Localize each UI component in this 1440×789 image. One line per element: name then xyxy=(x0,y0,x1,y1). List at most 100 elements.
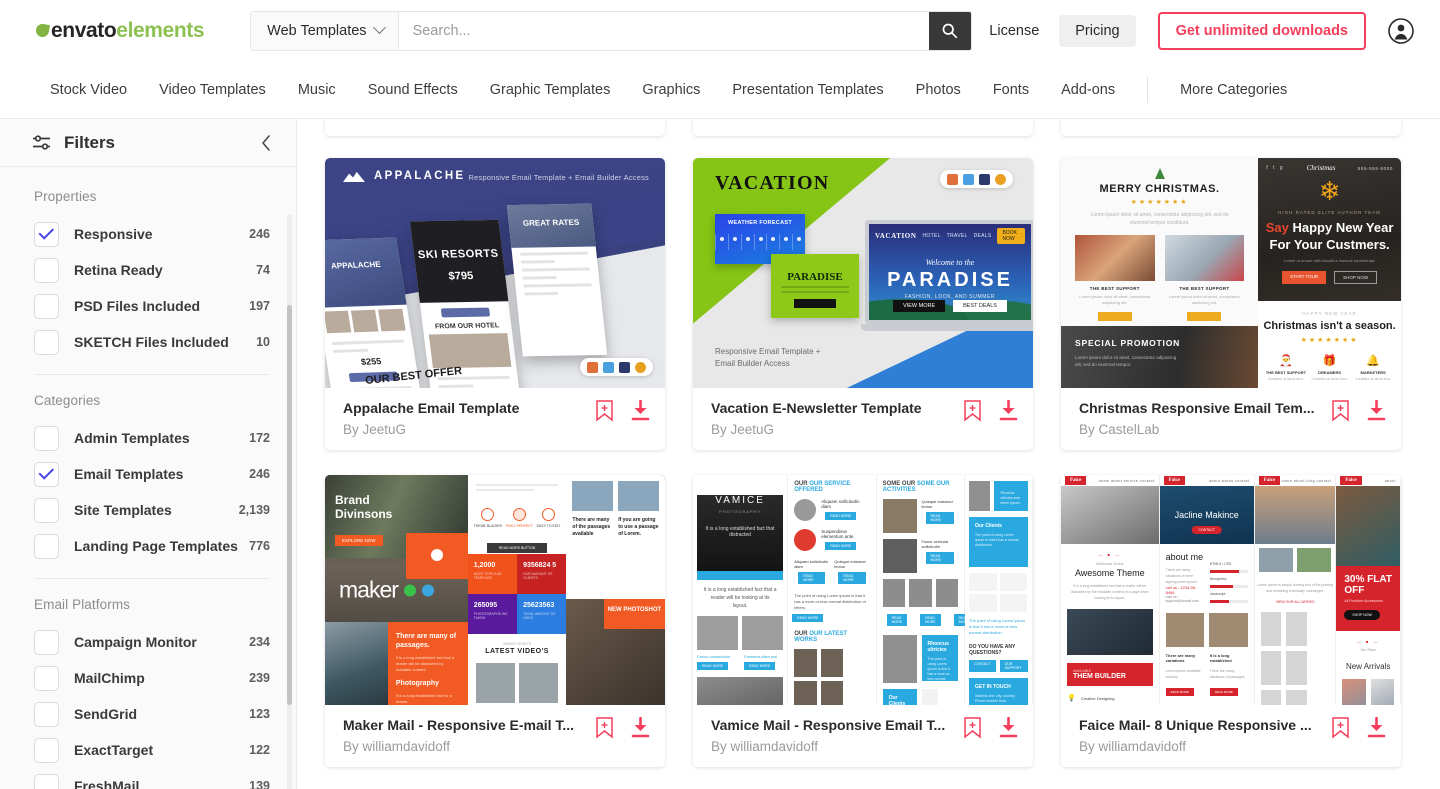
card-author[interactable]: By williamdavidoff xyxy=(711,738,963,756)
card-author[interactable]: By JeetuG xyxy=(343,421,595,439)
filter-count: 197 xyxy=(249,299,270,313)
download-icon[interactable] xyxy=(998,400,1019,422)
filter-mailchimp[interactable]: MailChimp 239 xyxy=(34,660,270,696)
checkbox-responsive[interactable] xyxy=(34,221,59,247)
filter-sendgrid[interactable]: SendGrid 123 xyxy=(34,696,270,732)
account-avatar-button[interactable] xyxy=(1388,17,1414,44)
search-input[interactable] xyxy=(398,11,929,50)
filter-responsive[interactable]: Responsive 246 xyxy=(34,216,270,252)
search-icon xyxy=(942,23,958,39)
filter-retina-ready[interactable]: Retina Ready 74 xyxy=(34,252,270,288)
bookmark-add-icon[interactable] xyxy=(963,400,982,422)
checkbox-mailchimp[interactable] xyxy=(34,665,59,691)
filter-label: Email Templates xyxy=(74,466,184,482)
bookmark-add-icon[interactable] xyxy=(1331,717,1350,739)
category-select[interactable]: Web Templates xyxy=(251,11,399,50)
thumb-nav-item: HOTEL xyxy=(922,233,941,239)
card-title[interactable]: Vamice Mail - Responsive Email T... xyxy=(711,715,963,735)
checkbox-sketch-files-included[interactable] xyxy=(34,329,59,355)
nav-item-fonts[interactable]: Fonts xyxy=(977,82,1045,98)
envato-elements-logo[interactable]: envato elements xyxy=(34,19,205,43)
download-icon[interactable] xyxy=(630,717,651,739)
bookmark-add-icon[interactable] xyxy=(595,717,614,739)
nav-item-graphic-templates[interactable]: Graphic Templates xyxy=(474,82,627,98)
filter-site-templates[interactable]: Site Templates 2,139 xyxy=(34,492,270,528)
nav-item-presentation-templates[interactable]: Presentation Templates xyxy=(716,82,899,98)
card-thumbnail[interactable]: VAMICE PHOTOGRAPHY It is a long establis… xyxy=(693,475,1033,705)
nav-item-graphics[interactable]: Graphics xyxy=(626,82,716,98)
result-card[interactable]: APPALACHE Responsive Email Template + Em… xyxy=(325,158,665,450)
card-thumbnail[interactable]: VACATION WEATHER FORECAST PARADISE VACAT… xyxy=(693,158,1033,388)
card-author[interactable]: By CastelLab xyxy=(1079,421,1331,439)
result-card[interactable]: Brand Divinsons EXPLORE NOW maker There … xyxy=(325,475,665,767)
result-card[interactable]: Faice home about service contact — ■ — W… xyxy=(1061,475,1401,767)
card-thumbnail[interactable]: MERRY CHRISTMAS. ★★★★★★★ Lorem ipsum dol… xyxy=(1061,158,1401,388)
nav-item-stock-video[interactable]: Stock Video xyxy=(34,82,143,98)
card-title[interactable]: Faice Mail- 8 Unique Responsive ... xyxy=(1079,715,1331,735)
card-partial[interactable] xyxy=(693,119,1033,136)
filter-landing-page-templates[interactable]: Landing Page Templates 776 xyxy=(34,528,270,564)
download-icon[interactable] xyxy=(998,717,1019,739)
thumb-about-me: about me xyxy=(1165,552,1204,562)
filter-freshmail[interactable]: FreshMail 139 xyxy=(34,768,270,789)
filter-email-templates[interactable]: Email Templates 246 xyxy=(34,456,270,492)
card-thumbnail[interactable]: APPALACHE Responsive Email Template + Em… xyxy=(325,158,665,388)
sidebar-scrollbar-thumb[interactable] xyxy=(287,305,292,705)
nav-item-add-ons[interactable]: Add-ons xyxy=(1045,82,1131,98)
license-link[interactable]: License xyxy=(975,15,1053,47)
checkbox-landing-page-templates[interactable] xyxy=(34,533,59,559)
download-icon[interactable] xyxy=(630,400,651,422)
card-footer: Faice Mail- 8 Unique Responsive ... By w… xyxy=(1061,705,1401,767)
search-button[interactable] xyxy=(928,11,971,50)
collapse-sidebar-button[interactable] xyxy=(258,134,274,151)
filter-count: 122 xyxy=(249,743,270,757)
dot-icon xyxy=(403,584,416,596)
card-thumbnail[interactable]: Faice home about service contact — ■ — W… xyxy=(1061,475,1401,705)
bell-icon: 🔔 xyxy=(1366,354,1381,367)
pricing-link[interactable]: Pricing xyxy=(1059,14,1136,47)
card-partial[interactable] xyxy=(1061,119,1401,136)
checkbox-site-templates[interactable] xyxy=(34,497,59,523)
leaf-icon xyxy=(34,22,51,39)
filter-exacttarget[interactable]: ExactTarget 122 xyxy=(34,732,270,768)
bookmark-add-icon[interactable] xyxy=(1331,400,1350,422)
nav-item-photos[interactable]: Photos xyxy=(900,82,977,98)
bookmark-add-icon[interactable] xyxy=(595,400,614,422)
card-title[interactable]: Vacation E-Newsletter Template xyxy=(711,398,963,418)
hat-icon: 🎅 xyxy=(1279,354,1293,367)
site-header: envatoelements Web Templates License Pri… xyxy=(0,0,1440,61)
get-unlimited-downloads-button[interactable]: Get unlimited downloads xyxy=(1157,11,1366,50)
result-card[interactable]: VAMICE PHOTOGRAPHY It is a long establis… xyxy=(693,475,1033,767)
filter-admin-templates[interactable]: Admin Templates 172 xyxy=(34,420,270,456)
card-title[interactable]: Christmas Responsive Email Tem... xyxy=(1079,398,1331,418)
card-author[interactable]: By williamdavidoff xyxy=(343,738,595,756)
download-icon[interactable] xyxy=(1366,717,1387,739)
card-thumbnail[interactable]: Brand Divinsons EXPLORE NOW maker There … xyxy=(325,475,665,705)
card-title[interactable]: Appalache Email Template xyxy=(343,398,595,418)
card-author[interactable]: By JeetuG xyxy=(711,421,963,439)
checkbox-retina-ready[interactable] xyxy=(34,257,59,283)
checkbox-sendgrid[interactable] xyxy=(34,701,59,727)
filter-psd-files-included[interactable]: PSD Files Included 197 xyxy=(34,288,270,324)
card-partial[interactable] xyxy=(325,119,665,136)
checkbox-freshmail[interactable] xyxy=(34,773,59,789)
nav-item-video-templates[interactable]: Video Templates xyxy=(143,82,282,98)
nav-item-music[interactable]: Music xyxy=(282,82,352,98)
download-icon[interactable] xyxy=(1366,400,1387,422)
card-title[interactable]: Maker Mail - Responsive E-mail T... xyxy=(343,715,595,735)
filter-sketch-files-included[interactable]: SKETCH Files Included 10 xyxy=(34,324,270,360)
checkbox-campaign-monitor[interactable] xyxy=(34,629,59,655)
result-card[interactable]: MERRY CHRISTMAS. ★★★★★★★ Lorem ipsum dol… xyxy=(1061,158,1401,450)
checkbox-admin-templates[interactable] xyxy=(34,425,59,451)
checkbox-email-templates[interactable] xyxy=(34,461,59,487)
previous-row-partial xyxy=(325,119,1412,136)
card-author[interactable]: By williamdavidoff xyxy=(1079,738,1331,756)
checkbox-exacttarget[interactable] xyxy=(34,737,59,763)
checkbox-psd-files-included[interactable] xyxy=(34,293,59,319)
nav-item-more-categories[interactable]: More Categories xyxy=(1164,82,1303,98)
bookmark-add-icon[interactable] xyxy=(963,717,982,739)
nav-item-sound-effects[interactable]: Sound Effects xyxy=(352,82,474,98)
filter-campaign-monitor[interactable]: Campaign Monitor 234 xyxy=(34,624,270,660)
thumb-offer-sub: All Furniture Accessories xyxy=(1344,599,1383,603)
result-card[interactable]: VACATION WEATHER FORECAST PARADISE VACAT… xyxy=(693,158,1033,450)
